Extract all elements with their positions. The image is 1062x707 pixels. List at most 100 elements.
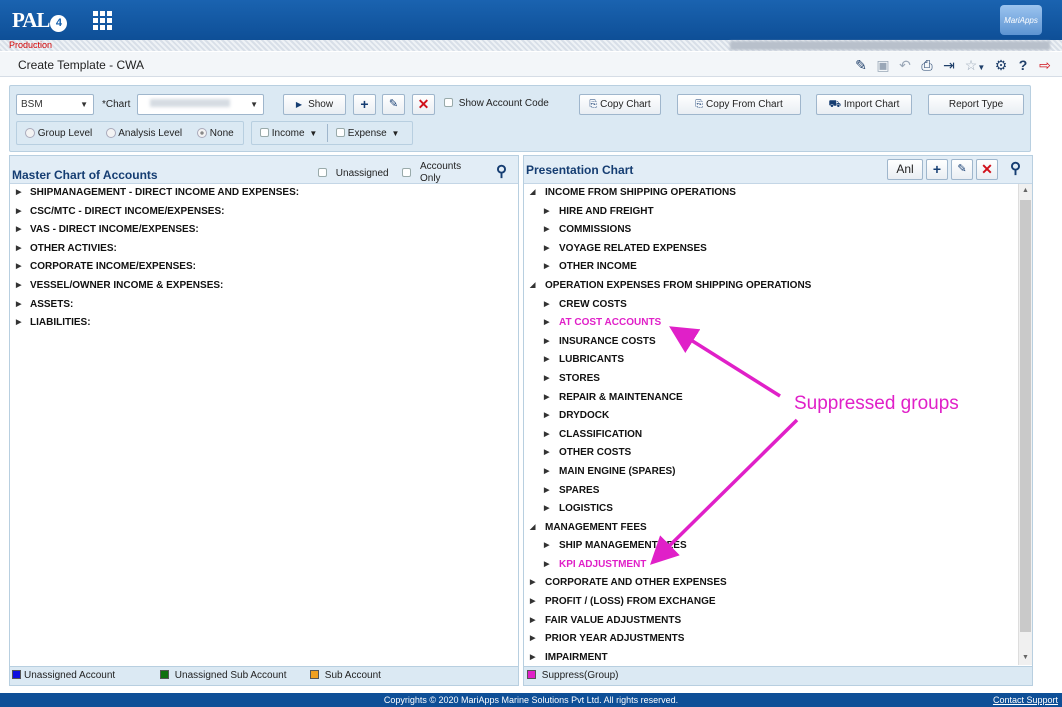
copy-chart-button[interactable]: ⎘ Copy Chart [579, 94, 661, 115]
expand-arrow-icon[interactable]: ▶ [530, 649, 535, 668]
expand-arrow-icon[interactable]: ▶ [544, 333, 549, 352]
tree-row[interactable]: ◢ INCOME FROM SHIPPING OPERATIONS [524, 184, 1032, 203]
tree-row[interactable]: ▶ ASSETS: [10, 296, 518, 315]
expand-arrow-icon[interactable]: ▶ [544, 426, 549, 445]
scroll-up-icon[interactable]: ▲ [1019, 184, 1032, 198]
expand-arrow-icon[interactable]: ▶ [16, 296, 21, 315]
collapse-arrow-icon[interactable]: ◢ [530, 184, 535, 203]
delete-button[interactable]: ✕ [412, 94, 435, 115]
expand-arrow-icon[interactable]: ▶ [544, 351, 549, 370]
analysis-level-radio[interactable]: Analysis Level [106, 128, 182, 139]
expand-arrow-icon[interactable]: ▶ [544, 296, 549, 315]
tree-row[interactable]: ▶ VOYAGE RELATED EXPENSES [524, 240, 1032, 259]
tree-row[interactable]: ▶ FAIR VALUE ADJUSTMENTS [524, 612, 1032, 631]
chart-select[interactable]: ▼ [137, 94, 264, 115]
tree-row[interactable]: ▶ MAIN ENGINE (SPARES) [524, 463, 1032, 482]
save-icon[interactable]: ▣ [872, 55, 894, 75]
tree-row[interactable]: ▶ VESSEL/OWNER INCOME & EXPENSES: [10, 277, 518, 296]
expand-arrow-icon[interactable]: ▶ [544, 407, 549, 426]
app-launcher-icon[interactable] [93, 11, 112, 30]
report-type-button[interactable]: Report Type [928, 94, 1024, 115]
expand-arrow-icon[interactable]: ▶ [544, 482, 549, 501]
expense-filter[interactable]: Expense ▼ [336, 128, 399, 139]
tree-row[interactable]: ▶ CORPORATE AND OTHER EXPENSES [524, 574, 1032, 593]
expand-arrow-icon[interactable]: ▶ [16, 184, 21, 203]
tree-row[interactable]: ▶ IMPAIRMENT [524, 649, 1032, 668]
tree-row[interactable]: ▶ SHIPMANAGEMENT - DIRECT INCOME AND EXPE… [10, 184, 518, 203]
expand-arrow-icon[interactable]: ▶ [544, 240, 549, 259]
expand-arrow-icon[interactable]: ▶ [544, 500, 549, 519]
search-icon[interactable]: ⚲ [496, 162, 507, 180]
expand-arrow-icon[interactable]: ▶ [530, 574, 535, 593]
expand-arrow-icon[interactable]: ▶ [544, 314, 549, 333]
app-logo[interactable]: PAL 4 [12, 7, 68, 33]
expand-arrow-icon[interactable]: ▶ [544, 258, 549, 277]
group-level-radio[interactable]: Group Level [25, 128, 92, 139]
tree-row[interactable]: ▶ SHIP MANAGEMENT FEES [524, 537, 1032, 556]
tree-row[interactable]: ▶ KPI ADJUSTMENT [524, 556, 1032, 575]
edit-icon[interactable]: ✎ [850, 55, 872, 75]
tree-row[interactable]: ▶ VAS - DIRECT INCOME/EXPENSES: [10, 221, 518, 240]
type-select[interactable]: BSM ▼ [16, 94, 94, 115]
none-radio[interactable]: None [197, 128, 234, 139]
expand-arrow-icon[interactable]: ▶ [530, 612, 535, 631]
print-icon[interactable]: ⎙ [916, 55, 938, 75]
collapse-arrow-icon[interactable]: ◢ [530, 519, 535, 538]
scroll-down-icon[interactable]: ▼ [1019, 651, 1032, 665]
add-button[interactable]: + [926, 159, 948, 180]
expand-arrow-icon[interactable]: ▶ [544, 463, 549, 482]
search-icon[interactable]: ⚲ [1010, 159, 1021, 177]
delete-button[interactable]: ✕ [976, 159, 998, 180]
import-chart-button[interactable]: ⛟ Import Chart [816, 94, 912, 115]
tree-row[interactable]: ▶ CLASSIFICATION [524, 426, 1032, 445]
tree-row[interactable]: ▶ COMMISSIONS [524, 221, 1032, 240]
scrollbar-thumb[interactable] [1020, 200, 1031, 632]
tree-row[interactable]: ▶ LOGISTICS [524, 500, 1032, 519]
tree-row[interactable]: ▶ LIABILITIES: [10, 314, 518, 333]
add-button[interactable]: + [353, 94, 376, 115]
favorite-icon[interactable]: ☆▼ [960, 55, 990, 75]
tree-row[interactable]: ▶ PRIOR YEAR ADJUSTMENTS [524, 630, 1032, 649]
expand-arrow-icon[interactable]: ▶ [16, 314, 21, 333]
tree-row[interactable]: ▶ OTHER COSTS [524, 444, 1032, 463]
tree-row[interactable]: ▶ OTHER INCOME [524, 258, 1032, 277]
copy-from-chart-button[interactable]: ⎘ Copy From Chart [677, 94, 801, 115]
show-account-code-checkbox[interactable] [444, 98, 453, 107]
expand-arrow-icon[interactable]: ▶ [530, 630, 535, 649]
tree-row[interactable]: ▶ PROFIT / (LOSS) FROM EXCHANGE [524, 593, 1032, 612]
expand-arrow-icon[interactable]: ▶ [544, 370, 549, 389]
export-icon[interactable]: ⇥ [938, 55, 960, 75]
tree-row[interactable]: ▶ AT COST ACCOUNTS [524, 314, 1032, 333]
tree-row[interactable]: ▶ STORES [524, 370, 1032, 389]
tree-row[interactable]: ◢ MANAGEMENT FEES [524, 519, 1032, 538]
expand-arrow-icon[interactable]: ▶ [544, 556, 549, 575]
expand-arrow-icon[interactable]: ▶ [544, 221, 549, 240]
tree-row[interactable]: ◢ OPERATION EXPENSES FROM SHIPPING OPERAT… [524, 277, 1032, 296]
logout-icon[interactable]: ⇨ [1034, 55, 1056, 75]
anl-button[interactable]: Anl [887, 159, 923, 180]
show-button[interactable]: ▶ Show [283, 94, 346, 115]
expand-arrow-icon[interactable]: ▶ [16, 221, 21, 240]
tree-row[interactable]: ▶ CREW COSTS [524, 296, 1032, 315]
show-account-code[interactable]: Show Account Code [444, 98, 549, 109]
expand-arrow-icon[interactable]: ▶ [544, 203, 549, 222]
expand-arrow-icon[interactable]: ▶ [16, 240, 21, 259]
tree-row[interactable]: ▶ SPARES [524, 482, 1032, 501]
contact-support-link[interactable]: Contact Support [993, 693, 1058, 707]
tree-row[interactable]: ▶ OTHER ACTIVIES: [10, 240, 518, 259]
expand-arrow-icon[interactable]: ▶ [16, 258, 21, 277]
tree-row[interactable]: ▶ CORPORATE INCOME/EXPENSES: [10, 258, 518, 277]
tree-row[interactable]: ▶ HIRE AND FREIGHT [524, 203, 1032, 222]
expand-arrow-icon[interactable]: ▶ [16, 277, 21, 296]
settings-icon[interactable]: ⚙ [990, 55, 1012, 75]
help-icon[interactable]: ? [1012, 55, 1034, 75]
income-filter[interactable]: Income ▼ [260, 128, 317, 139]
undo-icon[interactable]: ↶ [894, 55, 916, 75]
tree-row[interactable]: ▶ INSURANCE COSTS [524, 333, 1032, 352]
expand-arrow-icon[interactable]: ▶ [544, 389, 549, 408]
accounts-only-checkbox[interactable] [402, 168, 411, 177]
edit-button[interactable]: ✎ [951, 159, 973, 180]
expand-arrow-icon[interactable]: ▶ [530, 593, 535, 612]
vertical-scrollbar[interactable]: ▲ ▼ [1018, 184, 1032, 665]
edit-button[interactable]: ✎ [382, 94, 405, 115]
